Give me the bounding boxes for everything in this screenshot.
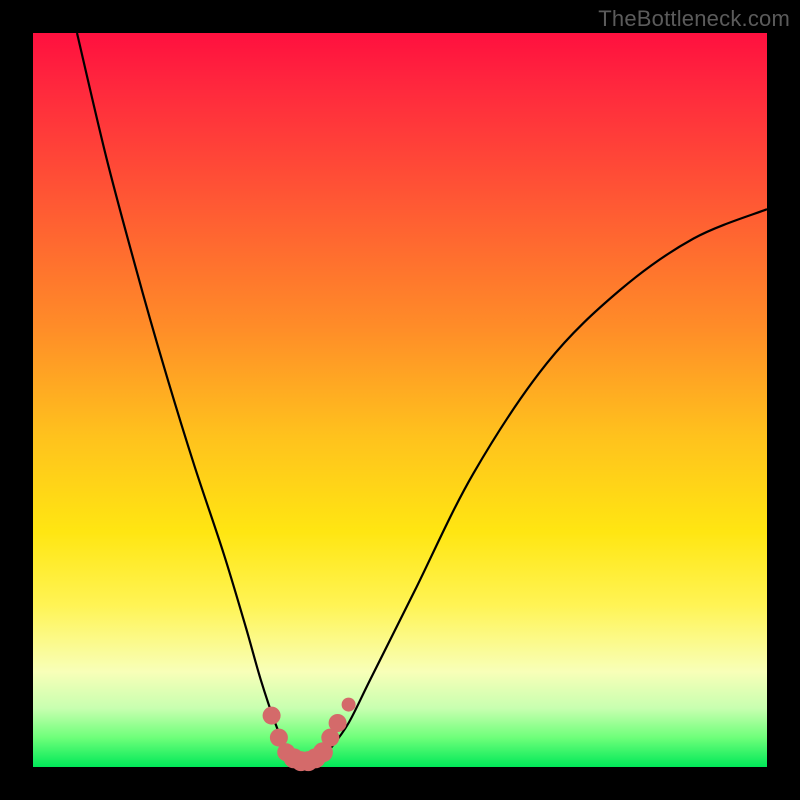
chart-frame: TheBottleneck.com <box>0 0 800 800</box>
marker-dot <box>342 698 356 712</box>
bottleneck-curve <box>77 33 767 763</box>
marker-dot <box>263 707 281 725</box>
marker-dot <box>329 714 347 732</box>
watermark-text: TheBottleneck.com <box>598 6 790 32</box>
chart-svg <box>33 33 767 767</box>
